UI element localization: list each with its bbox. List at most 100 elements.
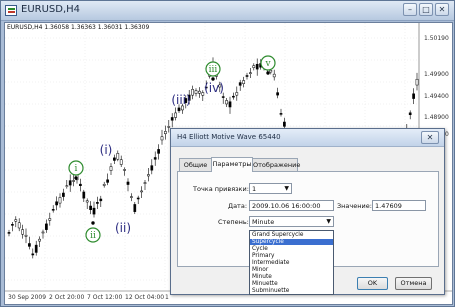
candle-body (79, 183, 82, 186)
ok-button[interactable]: OK (357, 277, 388, 290)
candle-body (102, 184, 106, 186)
candle-body (51, 209, 55, 211)
candle-body (412, 93, 415, 99)
symbol-label: EURUSD,H4 1.36058 1.36363 1.36031 1.3630… (7, 24, 150, 31)
candle-body (130, 196, 133, 198)
candle-body (116, 153, 120, 160)
degree-option[interactable]: Grand Supercycle (250, 232, 333, 238)
dialog-close-button[interactable]: ✕ (421, 131, 439, 144)
wave-label: v (264, 59, 271, 69)
candle-body (65, 185, 69, 188)
minimize-button[interactable]: – (403, 3, 417, 16)
degree-option[interactable]: Primary (250, 253, 333, 259)
wave-label: i (75, 164, 78, 174)
candle-body (160, 136, 164, 141)
wave-label: (i) (100, 143, 113, 157)
candle-body (99, 198, 103, 202)
elliott-wave-dialog: H4 Elliott Motive Wave 65440 ✕ Общие Пар… (170, 128, 445, 295)
degree-label: Степень: (218, 218, 249, 226)
wave-anchor-dot (91, 221, 95, 225)
chevron-down-icon: ▼ (326, 218, 331, 225)
candle-body (45, 223, 48, 230)
candle-body (283, 121, 286, 127)
window-title: EURUSD,H4 (21, 4, 81, 15)
time-tick: 2 Oct 20:00 (49, 294, 85, 301)
anchor-point-select[interactable]: 1 ▼ (249, 183, 292, 194)
close-button[interactable]: ✕ (435, 3, 449, 16)
wave-label: (ii) (115, 221, 131, 235)
degree-dropdown-list[interactable]: Grand Supercycle Supercycle Cycle Primar… (249, 230, 334, 295)
maximize-button[interactable]: □ (419, 3, 433, 16)
degree-select[interactable]: Minute ▼ (249, 216, 334, 227)
candle-body (109, 166, 113, 171)
degree-option[interactable]: Minuette (250, 281, 333, 287)
value-field[interactable]: 1.47609 (372, 200, 426, 211)
candle-body (164, 131, 167, 134)
candle-body (14, 219, 18, 222)
wave-label: (iii) (171, 93, 190, 107)
candle-body (48, 218, 52, 221)
candle-body (11, 224, 14, 226)
candle-body (113, 157, 116, 161)
candle-body (58, 197, 62, 204)
dialog-titlebar[interactable]: H4 Elliott Motive Wave 65440 ✕ (171, 129, 444, 147)
date-field[interactable]: 2009.10.06 16:00:00 (249, 200, 334, 211)
wave-label: ii (90, 231, 96, 241)
candle-body (72, 180, 75, 182)
candle-body (279, 113, 283, 115)
dialog-title: H4 Elliott Motive Wave 65440 (177, 133, 281, 141)
candle-body (92, 207, 96, 215)
candle-body (245, 75, 249, 77)
wave-anchor-dot (74, 176, 78, 180)
tab-parameters[interactable]: Параметры (211, 157, 253, 172)
chart-window-icon (5, 5, 17, 16)
candle-body (133, 204, 137, 212)
degree-option[interactable]: Minute (250, 274, 333, 280)
tab-general[interactable]: Общие (179, 158, 212, 171)
degree-option[interactable]: Minor (250, 267, 333, 273)
candle-body (96, 202, 99, 204)
candle-body (55, 201, 58, 206)
candle-body (170, 117, 174, 121)
time-tick: 30 Sep 2009 (8, 294, 47, 301)
price-tick: 1.50190 (424, 35, 449, 42)
degree-option[interactable]: Subminuette (250, 288, 333, 294)
candle-body (249, 72, 252, 74)
wave-anchor-dot (266, 71, 270, 75)
degree-option[interactable]: Cycle (250, 246, 333, 252)
candle-body (228, 101, 232, 108)
tab-display[interactable]: Отображение (252, 158, 300, 171)
candle-body (153, 157, 157, 160)
chart-window: EURUSD,H4 – □ ✕ iii(i)(ii)(iii)(iv)iiiiv… (0, 0, 455, 307)
candle-body (31, 253, 35, 256)
anchor-point-label: Точка привязки: (193, 185, 249, 193)
time-tick: 7 Oct 12:00 (87, 294, 123, 301)
candle-body (143, 182, 147, 184)
candle-body (7, 232, 11, 234)
candle-body (255, 63, 259, 70)
candle-body (221, 96, 225, 98)
candle-body (106, 179, 109, 183)
candle-body (89, 205, 92, 211)
price-tick: 1.49400 (424, 93, 449, 100)
candle-body (24, 234, 28, 237)
candle-body (232, 95, 235, 98)
candle-body (38, 238, 41, 242)
date-label: Дата: (228, 202, 248, 210)
candle-body (85, 200, 89, 203)
candle-body (28, 243, 31, 247)
cancel-button[interactable]: Отмена (395, 277, 432, 290)
candle-body (415, 78, 419, 86)
candle-body (147, 174, 150, 177)
candle-body (177, 107, 181, 112)
candle-body (276, 92, 279, 96)
candle-body (123, 169, 126, 171)
candle-body (17, 222, 21, 229)
degree-option-highlighted[interactable]: Supercycle (250, 239, 333, 246)
candle-body (136, 197, 140, 200)
candle-body (150, 165, 154, 171)
degree-option[interactable]: Intermediate (250, 260, 333, 266)
candle-body (174, 112, 177, 118)
window-titlebar[interactable]: EURUSD,H4 – □ ✕ (1, 1, 454, 21)
candle-body (119, 159, 123, 165)
